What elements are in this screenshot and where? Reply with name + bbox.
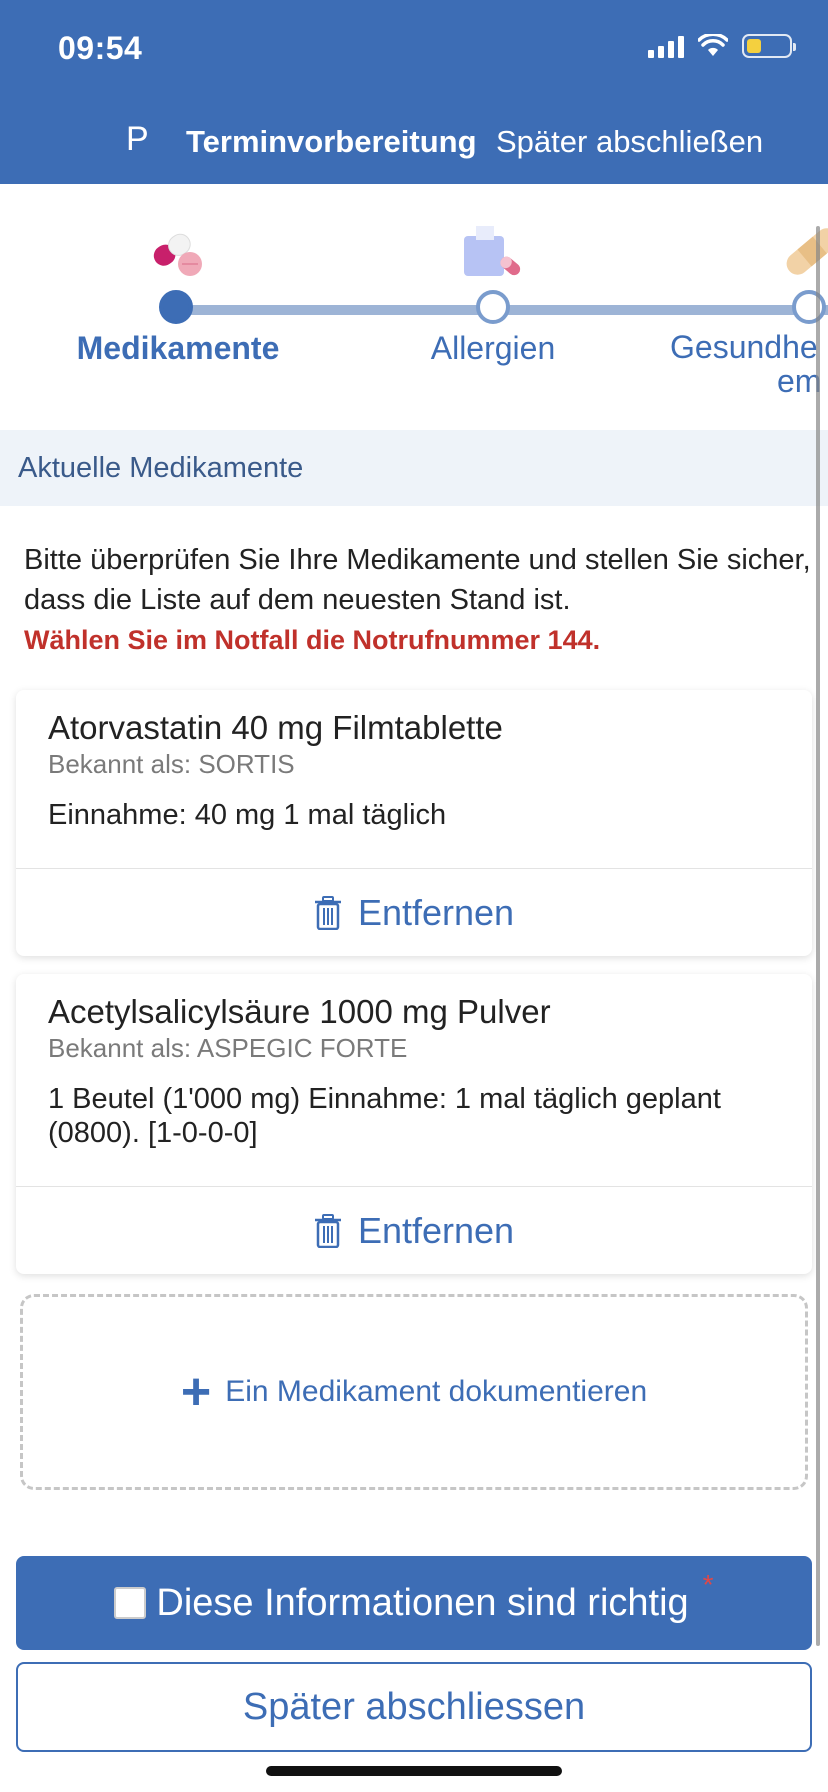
medication-dose: Einnahme: 40 mg 1 mal täglich [48, 799, 447, 831]
battery-icon [742, 34, 796, 58]
progress-stepper: Medikamente Allergien Gesundhe em [0, 184, 828, 430]
emergency-warning: Wählen Sie im Notfall die Notrufnummer 1… [24, 625, 601, 655]
step-label-allergien[interactable]: Allergien [393, 330, 593, 367]
medication-name: Atorvastatin 40 mg Filmtablette [48, 709, 503, 746]
status-time: 09:54 [58, 30, 143, 66]
nav-bar: P Terminvorbereitung Später abschließen [0, 116, 828, 164]
step-label-gesundheit-line1: Gesundhe [670, 329, 818, 365]
medication-dose: 1 Beutel (1'000 mg) Einnahme: 1 mal tägl… [48, 1083, 721, 1149]
scrollbar[interactable] [816, 226, 820, 1646]
confirm-label: Diese Informationen sind richtig [156, 1581, 689, 1624]
app-header: 09:54 P Terminvorbereitung Später abschl… [0, 0, 828, 184]
bandage-icon [786, 228, 828, 275]
add-medication-label: Ein Medikament dokumentieren [225, 1375, 648, 1408]
intro-text: Bitte überprüfen Sie Ihre Medikamente un… [24, 540, 814, 660]
nav-letter: P [126, 120, 149, 158]
finish-later-link[interactable]: Später abschließen [496, 124, 763, 160]
allergy-icon [464, 226, 521, 276]
section-header: Aktuelle Medikamente [0, 430, 828, 506]
remove-label: Entfernen [357, 891, 515, 933]
plus-icon: + [180, 1363, 212, 1421]
medication-known-as: Bekannt als: SORTIS [48, 749, 295, 779]
wifi-icon [698, 34, 728, 56]
medication-card: Atorvastatin 40 mg Filmtablette Bekannt … [16, 690, 812, 956]
home-indicator [266, 1766, 562, 1776]
confirm-checkbox[interactable] [114, 1587, 147, 1619]
status-icons [648, 34, 796, 58]
section-title: Aktuelle Medikamente [18, 452, 304, 484]
step-label-medikamente[interactable]: Medikamente [63, 330, 293, 367]
medication-card: Acetylsalicylsäure 1000 mg Pulver Bekann… [16, 974, 812, 1274]
page-title: Terminvorbereitung [186, 124, 477, 159]
step-label-gesundheit[interactable]: Gesundhe em [670, 330, 821, 398]
confirm-info-button[interactable]: Diese Informationen sind richtig * [16, 1556, 812, 1650]
step-label-gesundheit-line2: em [777, 363, 822, 399]
medication-known-as: Bekannt als: ASPEGIC FORTE [48, 1033, 408, 1063]
medication-name: Acetylsalicylsäure 1000 mg Pulver [48, 993, 551, 1030]
trash-icon [314, 895, 341, 930]
step-dot-medikamente[interactable] [159, 290, 193, 324]
step-dot-allergien[interactable] [476, 290, 510, 324]
cellular-signal-icon [648, 34, 684, 58]
required-mark: * [702, 1569, 714, 1600]
trash-icon [314, 1213, 341, 1248]
add-medication-button[interactable]: + Ein Medikament dokumentieren [20, 1294, 808, 1490]
step-dot-gesundheit[interactable] [792, 290, 826, 324]
finish-later-button[interactable]: Später abschliessen [16, 1662, 812, 1752]
remove-medication-button[interactable]: Entfernen [16, 1186, 812, 1274]
remove-label: Entfernen [357, 1209, 515, 1251]
pill-icon [153, 233, 202, 276]
intro-message: Bitte überprüfen Sie Ihre Medikamente un… [24, 544, 811, 616]
remove-medication-button[interactable]: Entfernen [16, 868, 812, 956]
